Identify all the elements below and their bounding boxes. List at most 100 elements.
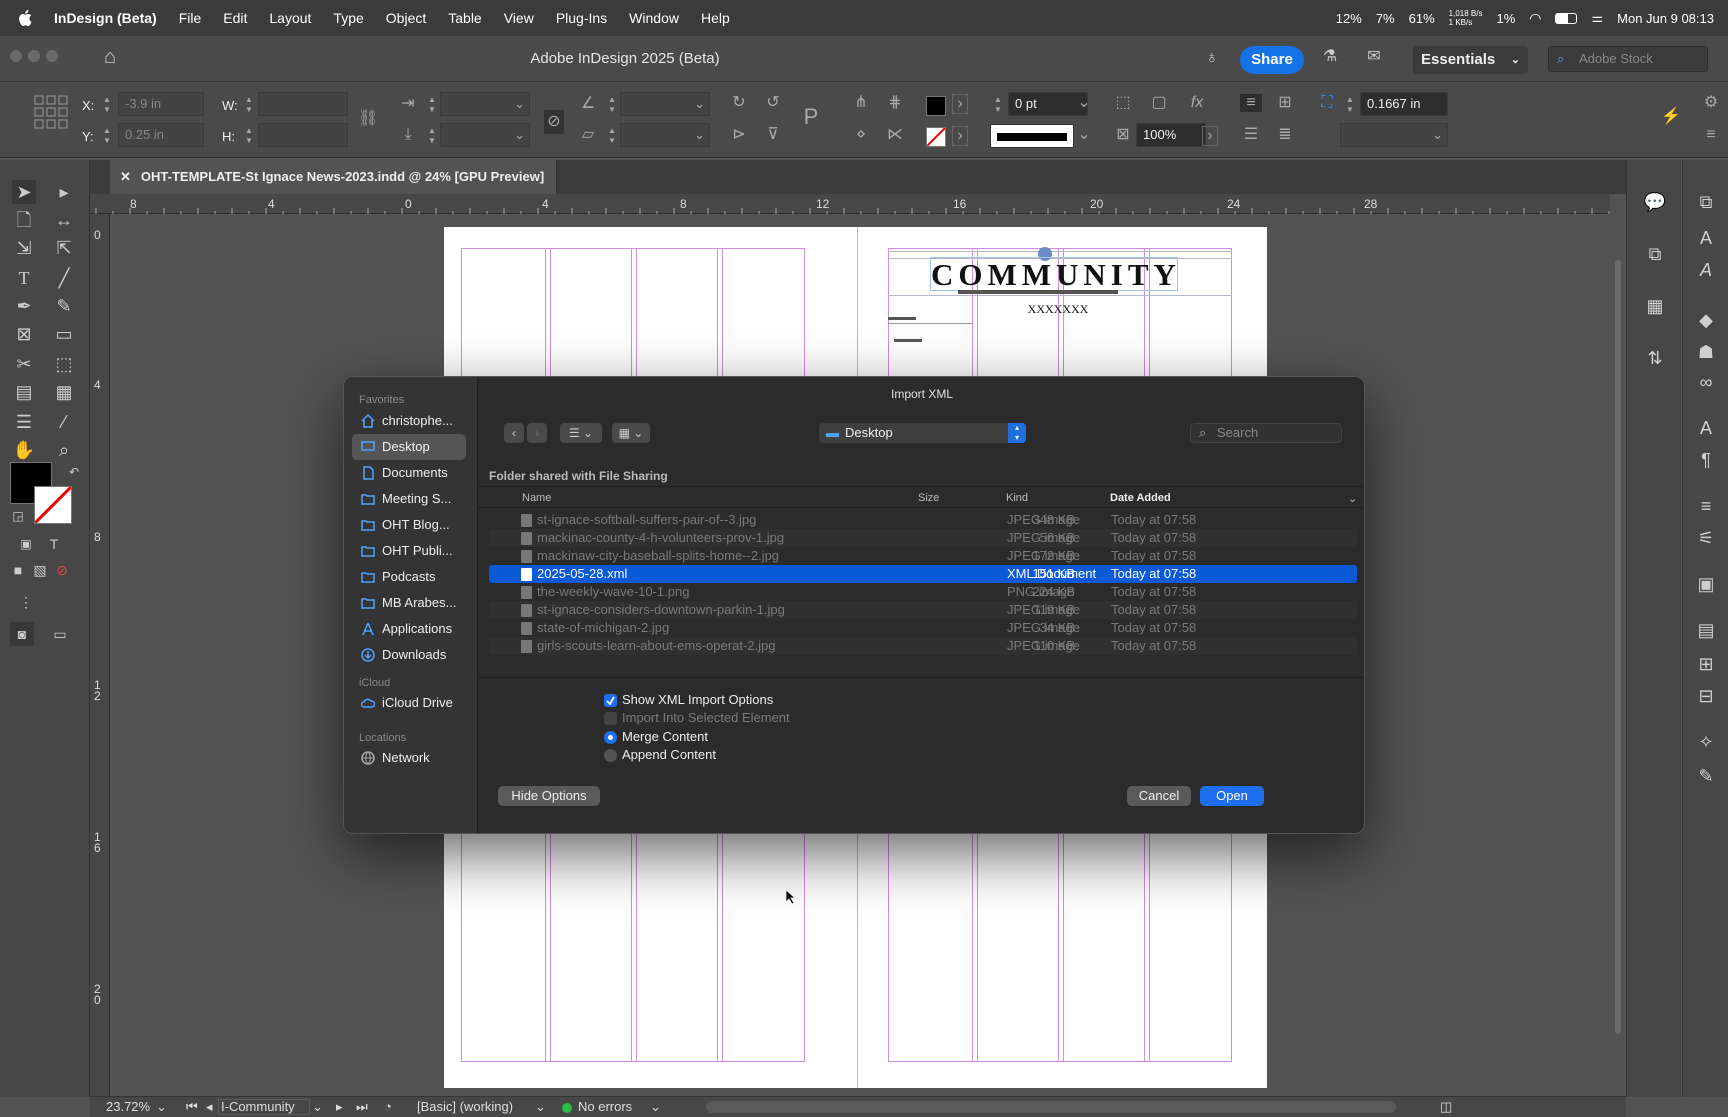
link-icon[interactable]: ⊘ — [544, 110, 564, 134]
default-colors-icon[interactable]: ◲ — [6, 504, 30, 528]
menu-app-name[interactable]: InDesign (Beta) — [54, 10, 157, 26]
table-styles-icon[interactable]: ⊞ — [1694, 652, 1718, 676]
stroke-type-preview[interactable] — [990, 124, 1074, 148]
chevron-down-icon[interactable]: ⌄ — [650, 1099, 661, 1115]
rectangle-frame-tool-icon[interactable]: ⊠ — [12, 322, 36, 346]
column-name[interactable]: Name — [522, 492, 551, 504]
sidebar-item-downloads[interactable]: Downloads — [352, 642, 466, 668]
text-wrap-shape-icon[interactable]: ☰ — [1240, 126, 1262, 144]
sidebar-item-icloud-drive[interactable]: iCloud Drive — [352, 690, 466, 716]
quick-actions-icon[interactable]: ⚡ — [1660, 108, 1682, 126]
gutter-field[interactable]: 0.1667 in — [1360, 92, 1448, 116]
menu-plugins[interactable]: Plug-Ins — [556, 10, 607, 26]
opacity-field[interactable]: 100% — [1136, 123, 1206, 147]
w-stepper[interactable]: ▲ ▼ — [243, 95, 255, 117]
previous-page-icon[interactable]: ◂ — [206, 1099, 213, 1115]
column-size[interactable]: Size — [918, 492, 939, 504]
chevron-down-icon[interactable]: ⌄ — [1076, 126, 1092, 144]
beta-flask-icon[interactable]: ⚗ — [1318, 48, 1342, 66]
close-icon[interactable]: ✕ — [120, 169, 131, 184]
file-row[interactable]: mackinaw-city-baseball-splits-home--2.jp… — [489, 547, 1357, 565]
zoom-level[interactable]: 23.72% — [106, 1099, 150, 1114]
apply-none-icon[interactable]: ⊘ — [50, 558, 74, 582]
cpu-status[interactable]: 12% — [1336, 11, 1362, 26]
content-collector-icon[interactable]: ⇲ — [12, 236, 36, 260]
chevron-down-icon[interactable]: ⌄ — [156, 1099, 167, 1115]
gutter-stepper[interactable]: ▲ ▼ — [1344, 95, 1356, 117]
sidebar-item-home[interactable]: christophe... — [352, 408, 466, 434]
battery-status[interactable]: 61% — [1409, 11, 1435, 26]
note-tool-icon[interactable]: ☰ — [12, 410, 36, 434]
placeholder-subline[interactable]: XXXXXXX — [1008, 302, 1108, 317]
screen-mode-icon[interactable]: ⋮ — [14, 590, 38, 614]
free-transform-tool-icon[interactable]: ⬚ — [52, 352, 76, 376]
sidebar-item-documents[interactable]: Documents — [352, 460, 466, 486]
menu-edit[interactable]: Edit — [223, 10, 247, 26]
x-stepper[interactable]: ▲ ▼ — [101, 95, 113, 117]
page-tool-icon[interactable]: 🗋 — [12, 208, 36, 232]
text-wrap-panel-icon[interactable]: ≡ — [1694, 494, 1718, 518]
text-wrap-jump-icon[interactable]: ≣ — [1274, 126, 1296, 144]
icon-view-button[interactable]: ▦ ⌄ — [612, 423, 650, 443]
battery-icon[interactable] — [1555, 12, 1578, 24]
filmstrip-icon[interactable]: ▦ — [1643, 294, 1667, 318]
menu-layout[interactable]: Layout — [269, 10, 311, 26]
stroke-menu-button[interactable]: › — [952, 126, 968, 146]
shear-stepper[interactable]: ▲ ▼ — [606, 126, 618, 148]
formatting-container-icon[interactable]: ▣ — [14, 532, 38, 556]
gradient-feather-tool-icon[interactable]: ▦ — [52, 380, 76, 404]
control-center-icon[interactable]: ⚌ — [1591, 10, 1603, 26]
type-tool-icon[interactable]: T — [12, 266, 36, 290]
reference-point-icon[interactable] — [34, 95, 68, 129]
gpu-status[interactable]: 7% — [1376, 11, 1395, 26]
hand-tool-icon[interactable]: ✋ — [12, 438, 36, 462]
file-row[interactable]: st-ignace-softball-suffers-pair-of--3.jp… — [489, 511, 1357, 529]
next-page-icon[interactable]: ▸ — [336, 1099, 343, 1115]
sidebar-item-applications[interactable]: Applications — [352, 616, 466, 642]
vertical-scrollbar-thumb[interactable] — [1615, 260, 1621, 1034]
wifi-icon[interactable]: ◠ — [1529, 10, 1541, 27]
character-styles-icon[interactable]: A — [1694, 226, 1718, 250]
merge-content-radio[interactable]: Merge Content — [604, 729, 708, 745]
chevron-down-icon[interactable]: ⌄ — [312, 1099, 323, 1115]
forward-button[interactable]: › — [527, 423, 547, 443]
cancel-button[interactable]: Cancel — [1127, 786, 1191, 806]
sidebar-item-mb-arabes[interactable]: MB Arabes... — [352, 590, 466, 616]
comments-panel-icon[interactable]: 💬 — [1643, 190, 1667, 214]
rotate-stepper[interactable]: ▲ ▼ — [606, 95, 618, 117]
disk-status[interactable]: 1% — [1496, 11, 1515, 26]
cell-styles-icon[interactable]: ⊟ — [1694, 684, 1718, 708]
page-number-field[interactable]: I-Community — [218, 1099, 310, 1115]
select-content-icon[interactable]: ⋕ — [884, 94, 906, 112]
share-button[interactable]: Share — [1240, 46, 1304, 74]
chevron-down-icon[interactable]: ⌄ — [535, 1099, 546, 1115]
chevron-down-icon[interactable]: ⌄ — [1348, 492, 1357, 505]
apple-icon[interactable] — [18, 10, 32, 26]
frame-fitting-icon[interactable]: ⬚ — [1112, 94, 1134, 112]
layers-icon[interactable]: ◆ — [1694, 308, 1718, 332]
workspace-switcher[interactable]: Essentials ⌄ — [1413, 46, 1528, 74]
select-previous-icon[interactable]: ⋄ — [850, 126, 872, 144]
gradient-swatch-tool-icon[interactable]: ▤ — [12, 380, 36, 404]
rectangle-tool-icon[interactable]: ▭ — [52, 322, 76, 346]
select-next-icon[interactable]: ⋉ — [884, 126, 906, 144]
content-placer-icon[interactable]: ⇱ — [52, 236, 76, 260]
pencil-tool-icon[interactable]: ✎ — [52, 294, 76, 318]
import-into-selected-checkbox[interactable]: Import Into Selected Element — [604, 710, 790, 726]
adobe-stock-search[interactable]: ⌕ Adobe Stock — [1548, 46, 1708, 72]
fill-menu-button[interactable]: › — [952, 94, 968, 114]
apply-color-icon[interactable]: ■ — [6, 558, 30, 582]
column-date-added[interactable]: Date Added — [1110, 492, 1171, 504]
rotate-cw-icon[interactable]: ↻ — [728, 94, 750, 112]
sidebar-item-meeting[interactable]: Meeting S... — [352, 486, 466, 512]
menu-table[interactable]: Table — [448, 10, 481, 26]
sidebar-item-oht-publi[interactable]: OHT Publi... — [352, 538, 466, 564]
hide-options-button[interactable]: Hide Options — [498, 786, 600, 806]
scale-x-field[interactable]: ⌄ — [440, 92, 530, 116]
generative-ai-icon[interactable]: ✧ — [1694, 730, 1718, 754]
selection-tool-icon[interactable]: ➤ — [12, 180, 36, 204]
w-field[interactable] — [258, 92, 348, 116]
file-row[interactable]: mackinac-county-4-h-volunteers-prov-1.jp… — [489, 529, 1357, 547]
scale-y-field[interactable]: ⌄ — [440, 123, 530, 147]
shear-field[interactable]: ⌄ — [620, 123, 710, 147]
